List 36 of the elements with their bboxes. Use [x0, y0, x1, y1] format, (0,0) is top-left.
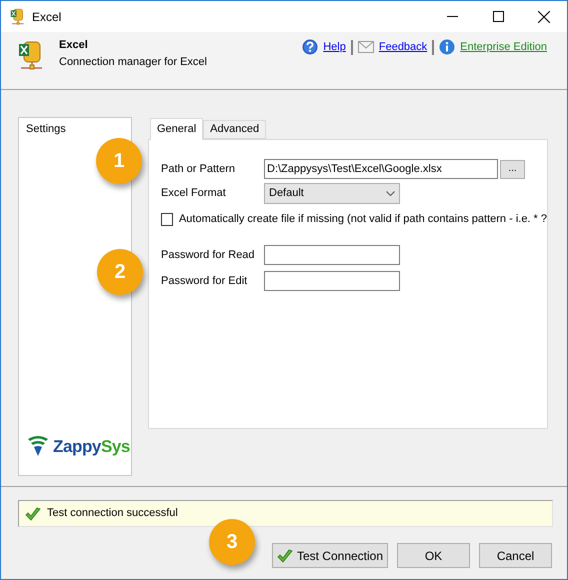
- dialog-button[interactable]: Cancel: [479, 543, 552, 568]
- header-title: Excel: [59, 38, 89, 52]
- test-connection-button[interactable]: Test Connection: [272, 543, 388, 568]
- password-field[interactable]: [264, 245, 400, 265]
- feedback-link[interactable]: Feedback: [378, 39, 428, 56]
- status-message: Test connection successful: [47, 506, 178, 522]
- maximize-icon: [492, 11, 504, 22]
- edition-link[interactable]: Enterprise Edition: [460, 39, 547, 56]
- wifi-logo-icon: [26, 435, 50, 458]
- browse-button[interactable]: ...: [500, 160, 525, 178]
- tab[interactable]: General: [150, 118, 204, 140]
- minimize-icon: [446, 16, 458, 17]
- help-link[interactable]: Help: [323, 39, 346, 56]
- chevron-down-icon: [386, 190, 395, 196]
- checkbox-label: Automatically create file if missing (not valid if path contains pattern - i.e. * ?: [178, 212, 547, 227]
- excel-database-icon: [9, 8, 25, 26]
- field-label: Path or Pattern: [161, 162, 236, 177]
- check-icon: [276, 548, 293, 562]
- field-label: Password for Read: [161, 248, 256, 263]
- info-icon: [439, 39, 456, 56]
- help-icon: [302, 39, 318, 56]
- logo-text: ZappySys: [53, 436, 130, 458]
- tab[interactable]: Advanced: [203, 120, 266, 139]
- password-field[interactable]: [264, 271, 400, 291]
- header-subtitle: Connection manager for Excel: [59, 55, 207, 69]
- window-title: Excel: [32, 8, 62, 26]
- dialog-button[interactable]: OK: [397, 543, 470, 568]
- path-field[interactable]: D:\Zappysys\Test\Excel\Google.xlsx: [264, 159, 498, 179]
- field-label: Excel Format: [161, 186, 227, 201]
- checkbox[interactable]: [161, 212, 173, 226]
- field-label: Password for Edit: [161, 274, 248, 289]
- envelope-icon: [358, 41, 374, 54]
- close-icon: [538, 10, 550, 22]
- callout-badge: 3: [209, 519, 255, 565]
- excel-database-icon: [18, 40, 42, 72]
- format-dropdown[interactable]: Default: [264, 182, 400, 204]
